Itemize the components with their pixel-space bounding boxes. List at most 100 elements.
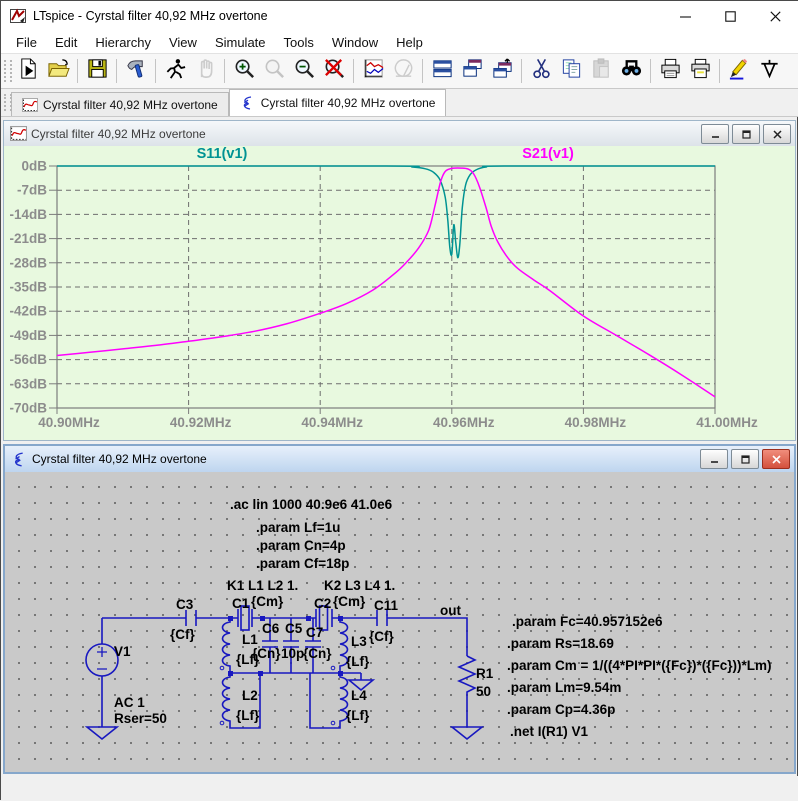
zoom-out-icon <box>293 57 316 85</box>
cascade-windows-icon <box>461 57 484 85</box>
menu-tools[interactable]: Tools <box>275 33 323 52</box>
schematic-window-icon <box>11 452 28 467</box>
halt-icon <box>194 57 217 85</box>
menu-bar: FileEditHierarchyViewSimulateToolsWindow… <box>1 31 798 53</box>
menu-edit[interactable]: Edit <box>46 33 86 52</box>
schematic-close-button[interactable] <box>762 449 790 469</box>
menu-hierarchy[interactable]: Hierarchy <box>86 33 160 52</box>
plot-settings-icon <box>362 57 385 85</box>
schematic-canvas[interactable] <box>5 472 794 772</box>
schematic-close-icon <box>772 455 781 464</box>
tab-schematic-label: Cyrstal filter 40,92 MHz overtone <box>261 96 436 110</box>
tab-waveform-label: Cyrstal filter 40,92 MHz overtone <box>43 98 218 112</box>
paste-icon <box>590 57 613 85</box>
run-icon <box>164 57 187 85</box>
arrange-windows-button[interactable] <box>487 57 517 85</box>
window-title: LTspice - Cyrstal filter 40,92 MHz overt… <box>33 9 268 23</box>
plot-maximize-button[interactable] <box>732 124 760 144</box>
waveform-titlebar[interactable]: Cyrstal filter 40,92 MHz overtone <box>4 121 795 147</box>
toolbar-separator <box>719 59 720 83</box>
open-file-icon <box>47 57 70 85</box>
waveform-tab-icon <box>22 98 38 112</box>
toolbar-separator <box>155 59 156 83</box>
tab-bar: Cyrstal filter 40,92 MHz overtone Cyrsta… <box>1 89 798 117</box>
zoom-out-button[interactable] <box>289 57 319 85</box>
print-preview-icon <box>689 57 712 85</box>
toolbar-separator <box>422 59 423 83</box>
menu-file[interactable]: File <box>7 33 46 52</box>
close-icon <box>770 11 781 22</box>
schematic-window-title: Cyrstal filter 40,92 MHz overtone <box>32 452 207 466</box>
toolbar-separator <box>521 59 522 83</box>
toolbar-separator <box>353 59 354 83</box>
find-icon <box>620 57 643 85</box>
autorange-button <box>388 57 418 85</box>
zoom-in-icon <box>233 57 256 85</box>
label-net-icon <box>728 57 751 85</box>
run-button[interactable] <box>160 57 190 85</box>
new-schematic-icon <box>17 57 40 85</box>
maximize-icon <box>725 11 736 22</box>
tile-windows-icon <box>431 57 454 85</box>
schematic-maximize-button[interactable] <box>731 449 759 469</box>
control-panel-icon <box>125 57 148 85</box>
save-button[interactable] <box>82 57 112 85</box>
toolbar <box>1 53 798 89</box>
open-file-button[interactable] <box>43 57 73 85</box>
copy-icon <box>560 57 583 85</box>
save-icon <box>86 57 109 85</box>
tab-waveform[interactable]: Cyrstal filter 40,92 MHz overtone <box>11 92 229 116</box>
close-button[interactable] <box>753 1 798 31</box>
maximize-button[interactable] <box>708 1 753 31</box>
control-panel-button[interactable] <box>121 57 151 85</box>
schematic-minimize-button[interactable] <box>700 449 728 469</box>
minimize-button[interactable] <box>663 1 708 31</box>
halt-button <box>190 57 220 85</box>
cascade-windows-button[interactable] <box>457 57 487 85</box>
menu-window[interactable]: Window <box>323 33 387 52</box>
toolbar-separator <box>116 59 117 83</box>
plot-close-icon <box>773 130 782 139</box>
ground-icon <box>758 57 781 85</box>
menu-view[interactable]: View <box>160 33 206 52</box>
schematic-tab-icon <box>240 96 256 110</box>
zoom-full-extents-button[interactable] <box>319 57 349 85</box>
schematic-titlebar[interactable]: Cyrstal filter 40,92 MHz overtone <box>5 446 794 473</box>
print-button[interactable] <box>655 57 685 85</box>
toolbar-separator <box>224 59 225 83</box>
zoom-back-icon <box>263 57 286 85</box>
print-preview-button[interactable] <box>685 57 715 85</box>
waveform-plot-area[interactable] <box>4 146 795 440</box>
zoom-back-button <box>259 57 289 85</box>
tile-windows-button[interactable] <box>427 57 457 85</box>
zoom-full-extents-icon <box>323 57 346 85</box>
copy-button[interactable] <box>556 57 586 85</box>
schematic-maximize-icon <box>741 455 750 464</box>
waveform-window-title: Cyrstal filter 40,92 MHz overtone <box>31 127 206 141</box>
cut-icon <box>530 57 553 85</box>
print-icon <box>659 57 682 85</box>
plot-settings-button[interactable] <box>358 57 388 85</box>
label-net-button[interactable] <box>724 57 754 85</box>
menu-help[interactable]: Help <box>387 33 432 52</box>
new-schematic-button[interactable] <box>13 57 43 85</box>
plot-minimize-button[interactable] <box>701 124 729 144</box>
mdi-background <box>1 776 798 801</box>
minimize-icon <box>680 11 691 22</box>
zoom-in-button[interactable] <box>229 57 259 85</box>
menu-simulate[interactable]: Simulate <box>206 33 275 52</box>
cut-button[interactable] <box>526 57 556 85</box>
tab-schematic[interactable]: Cyrstal filter 40,92 MHz overtone <box>229 89 447 116</box>
schematic-minimize-icon <box>710 455 719 464</box>
ground-button[interactable] <box>754 57 784 85</box>
main-titlebar: LTspice - Cyrstal filter 40,92 MHz overt… <box>1 1 798 31</box>
waveform-window: Cyrstal filter 40,92 MHz overtone <box>3 120 796 441</box>
find-button[interactable] <box>616 57 646 85</box>
schematic-window: Cyrstal filter 40,92 MHz overtone <box>3 444 796 774</box>
plot-maximize-icon <box>742 130 751 139</box>
ltspice-main-window: LTspice - Cyrstal filter 40,92 MHz overt… <box>0 0 798 800</box>
waveform-window-icon <box>10 126 27 141</box>
plot-close-button[interactable] <box>763 124 791 144</box>
plot-minimize-icon <box>711 130 720 139</box>
autorange-icon <box>392 57 415 85</box>
